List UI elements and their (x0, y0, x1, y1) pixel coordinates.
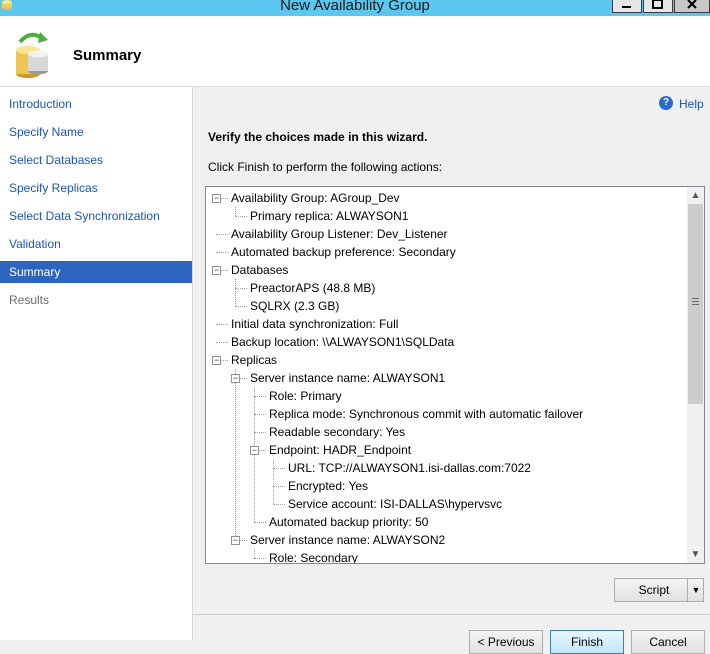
cancel-button[interactable]: Cancel (631, 630, 705, 654)
tree-node[interactable]: Encrypted: Yes (288, 477, 368, 495)
nav-item-specify-name[interactable]: Specify Name (0, 121, 192, 143)
tree-connector-line (254, 549, 255, 558)
tree-node[interactable]: Role: Primary (269, 387, 342, 405)
tree-connector-line (216, 234, 228, 235)
tree-connector-line (216, 252, 228, 253)
tree-node[interactable]: Initial data synchronization: Full (231, 315, 398, 333)
tree-node[interactable]: Availability Group: AGroup_Dev (231, 189, 400, 207)
collapse-icon[interactable]: − (231, 536, 240, 545)
tree-connector-line (273, 468, 285, 469)
tree-connector-line (235, 207, 236, 216)
tree-connector-line (216, 342, 228, 343)
script-button-label: Script (638, 583, 670, 597)
minimize-icon (622, 6, 631, 8)
nav-item-introduction[interactable]: Introduction (0, 93, 192, 115)
tree-node[interactable]: Automated backup priority: 50 (269, 513, 428, 531)
summary-heading: Verify the choices made in this wizard. (208, 130, 428, 144)
tree-node[interactable]: Primary replica: ALWAYSON1 (250, 207, 408, 225)
nav-item-select-data-synchronization[interactable]: Select Data Synchronization (0, 205, 192, 227)
title-bar: New Availability Group (0, 0, 710, 16)
tree-connector-line (273, 459, 274, 504)
tree-connector-line (216, 324, 228, 325)
tree-node[interactable]: Replicas (231, 351, 277, 369)
script-dropdown-button[interactable]: Script ▼ (614, 578, 704, 602)
help-icon: ? (659, 96, 673, 110)
wizard-header: Summary (0, 16, 710, 87)
collapse-icon[interactable]: − (212, 266, 221, 275)
maximize-icon (652, 0, 663, 9)
tree-connector-line (235, 306, 247, 307)
scroll-down-icon[interactable]: ▼ (687, 546, 704, 563)
tree-node[interactable]: Backup location: \\ALWAYSON1\SQLData (231, 333, 454, 351)
tree-node[interactable]: Server instance name: ALWAYSON1 (250, 369, 445, 387)
minimize-button[interactable] (612, 0, 642, 13)
dropdown-arrow-icon[interactable]: ▼ (687, 579, 704, 601)
tree-node[interactable]: PreactorAPS (48.8 MB) (250, 279, 375, 297)
summary-tree: − Availability Group: AGroup_Dev Primary r… (206, 187, 687, 563)
tree-node[interactable]: Role: Secondary (269, 549, 358, 563)
nav-item-specify-replicas[interactable]: Specify Replicas (0, 177, 192, 199)
maximize-button[interactable] (643, 0, 673, 13)
tree-node[interactable]: Availability Group Listener: Dev_Listene… (231, 225, 448, 243)
tree-connector-line (235, 216, 247, 217)
tree-connector-line (254, 432, 266, 433)
tree-node[interactable]: Replica mode: Synchronous commit with au… (269, 405, 583, 423)
tree-connector-line (235, 279, 236, 306)
collapse-icon[interactable]: − (250, 446, 259, 455)
tree-node[interactable]: URL: TCP://ALWAYSON1.isi-dallas.com:7022 (288, 459, 531, 477)
collapse-icon[interactable]: − (231, 374, 240, 383)
tree-node[interactable]: Endpoint: HADR_Endpoint (269, 441, 411, 459)
database-sync-icon (16, 32, 48, 78)
collapse-icon[interactable]: − (212, 356, 221, 365)
nav-item-select-databases[interactable]: Select Databases (0, 149, 192, 171)
nav-item-results: Results (9, 293, 50, 307)
page-title: Summary (73, 47, 142, 64)
collapse-icon[interactable]: − (212, 194, 221, 203)
vertical-scrollbar[interactable]: ▲ ▼ (687, 187, 704, 563)
finish-button[interactable]: Finish (550, 630, 624, 654)
wizard-navigation: Introduction Specify Name Select Databas… (0, 87, 192, 640)
tree-connector-line (273, 486, 285, 487)
tree-node[interactable]: Databases (231, 261, 288, 279)
close-icon (687, 0, 697, 9)
nav-divider (192, 87, 193, 640)
tree-connector-line (235, 369, 236, 540)
tree-connector-line (254, 414, 266, 415)
close-button[interactable] (674, 0, 710, 13)
scrollbar-thumb[interactable] (688, 204, 703, 404)
nav-item-summary[interactable]: Summary (0, 261, 192, 283)
scroll-up-icon[interactable]: ▲ (687, 187, 704, 204)
window-title: New Availability Group (280, 0, 430, 14)
tree-connector-line (254, 396, 266, 397)
scroll-grip-icon (692, 298, 699, 299)
tree-connector-line (235, 288, 247, 289)
tree-node[interactable]: SQLRX (2.3 GB) (250, 297, 339, 315)
help-label: Help (679, 97, 704, 111)
summary-instructions: Click Finish to perform the following ac… (208, 160, 443, 174)
tree-connector-line (273, 504, 285, 505)
summary-tree-view[interactable]: − Availability Group: AGroup_Dev Primary r… (205, 186, 705, 564)
tree-node[interactable]: Server instance name: ALWAYSON2 (250, 531, 445, 549)
help-link[interactable]: ? Help (659, 96, 704, 112)
tree-connector-line (254, 522, 266, 523)
tree-node[interactable]: Automated backup preference: Secondary (231, 243, 456, 261)
tree-connector-line (254, 558, 266, 559)
nav-item-validation[interactable]: Validation (0, 233, 192, 255)
previous-button[interactable]: < Previous (469, 630, 543, 654)
tree-node[interactable]: Service account: ISI-DALLAS\hypervsvc (288, 495, 502, 513)
tree-node[interactable]: Readable secondary: Yes (269, 423, 405, 441)
footer-divider (193, 614, 710, 615)
